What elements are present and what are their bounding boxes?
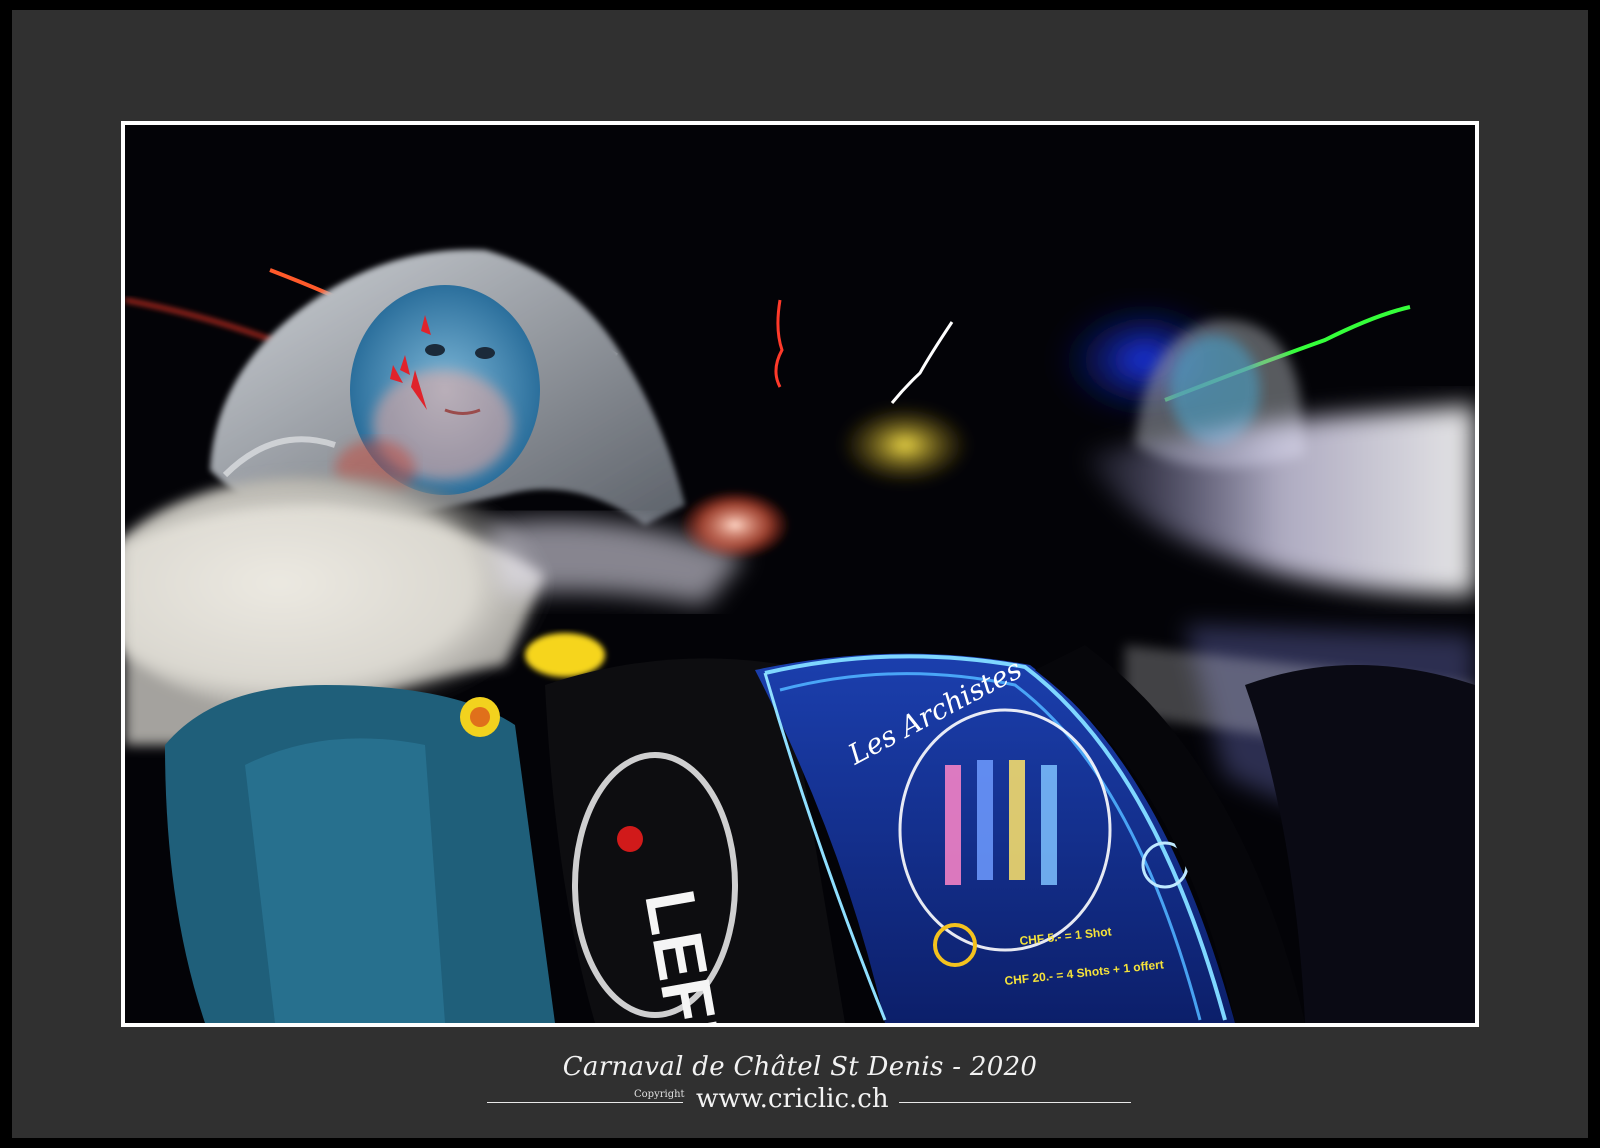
carnival-photo: LEFIN Les Archistes CHF 5.- = 1 Shot CHF…: [125, 125, 1475, 1023]
photo-caption: Carnaval de Châtel St Denis - 2020: [562, 1052, 1038, 1082]
copyright-label: Copyright: [634, 1089, 685, 1100]
website-link[interactable]: www.criclic.ch: [696, 1084, 889, 1114]
photo-frame: LEFIN Les Archistes CHF 5.- = 1 Shot CHF…: [0, 0, 1600, 1148]
divider-left: [487, 1102, 683, 1103]
photo-illustration: LEFIN Les Archistes CHF 5.- = 1 Shot CHF…: [125, 125, 1475, 1023]
website-row: Copyright www.criclic.ch: [0, 1084, 1600, 1118]
divider-right: [899, 1102, 1131, 1103]
